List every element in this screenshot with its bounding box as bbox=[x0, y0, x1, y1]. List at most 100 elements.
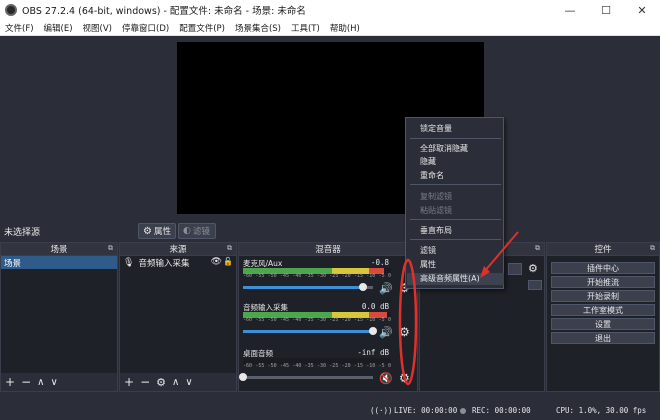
meter-tick-label: -60 bbox=[243, 273, 253, 279]
undock-icon[interactable]: ⧉ bbox=[650, 244, 655, 253]
meter-tick-label: -60 bbox=[243, 363, 253, 369]
properties-button[interactable]: ⚙ 属性 bbox=[138, 223, 176, 239]
transition-dropdown[interactable] bbox=[508, 263, 522, 275]
context-menu: 锁定音量 全部取消隐藏 隐藏 重命名 复制滤镜 粘贴滤镜 垂直布局 滤镜 属性 … bbox=[405, 117, 504, 289]
menu-profile[interactable]: 配置文件(P) bbox=[174, 22, 230, 34]
window-title: OBS 27.2.4 (64-bit, windows) - 配置文件: 未命名… bbox=[22, 6, 306, 17]
start-streaming-button[interactable]: 开始推流 bbox=[551, 276, 655, 288]
cpu-status: CPU: 1.0%, 30.00 fps bbox=[556, 406, 647, 415]
ctx-lock-volume[interactable]: 锁定音量 bbox=[420, 123, 452, 134]
ctx-separator bbox=[410, 219, 501, 220]
gear-icon[interactable]: ⚙ bbox=[399, 325, 410, 339]
volume-knob[interactable] bbox=[239, 373, 247, 381]
move-up-icon[interactable]: ∧ bbox=[172, 377, 179, 388]
meter-tick-label: -10 bbox=[366, 363, 376, 369]
meter-tick-label: -50 bbox=[267, 273, 277, 279]
microphone-icon: 🎙 bbox=[123, 258, 135, 268]
lock-icon[interactable]: 🔓 bbox=[223, 257, 233, 266]
add-icon[interactable]: + bbox=[5, 375, 15, 389]
menu-tools[interactable]: 工具(T) bbox=[286, 22, 325, 34]
studio-mode-button[interactable]: 工作室模式 bbox=[551, 304, 655, 316]
undock-icon[interactable]: ⧉ bbox=[108, 244, 113, 253]
ctx-separator bbox=[410, 239, 501, 240]
mixer-channel: 桌面音频 -inf dB -60 -55 -50 -45 -40 -35 -30 -25 -20 -1… bbox=[239, 348, 410, 392]
filter-icon: ◐ bbox=[183, 226, 191, 236]
meter-tick-label: -5 bbox=[378, 317, 385, 323]
gear-icon[interactable]: ⚙ bbox=[528, 262, 538, 275]
meter-tick-label: -20 bbox=[341, 273, 351, 279]
title-bar: OBS 27.2.4 (64-bit, windows) - 配置文件: 未命名… bbox=[0, 0, 660, 20]
volume-slider[interactable] bbox=[239, 373, 373, 381]
maximize-button[interactable]: ☐ bbox=[588, 0, 624, 20]
add-icon[interactable]: + bbox=[124, 375, 134, 389]
channel-db: -inf dB bbox=[357, 348, 389, 357]
duration-spinner[interactable] bbox=[528, 280, 542, 290]
remove-icon[interactable]: − bbox=[140, 375, 150, 389]
move-down-icon[interactable]: ∨ bbox=[185, 377, 192, 388]
meter-tick-label: -35 bbox=[304, 363, 314, 369]
meter-tick-label: -50 bbox=[267, 317, 277, 323]
speaker-icon[interactable]: 🔊 bbox=[379, 326, 393, 339]
minimize-button[interactable]: — bbox=[552, 0, 588, 20]
speaker-icon[interactable]: 🔊 bbox=[379, 282, 393, 295]
menu-edit[interactable]: 编辑(E) bbox=[39, 22, 78, 34]
volume-knob[interactable] bbox=[369, 327, 377, 335]
meter-tick-label: 0 bbox=[387, 273, 391, 279]
sources-header: 来源 ⧉ bbox=[120, 243, 236, 256]
ctx-copy-filters: 复制滤镜 bbox=[420, 192, 452, 201]
meter-tick-label: -45 bbox=[279, 273, 290, 279]
status-bar: ((·)) LIVE: 00:00:00 REC: 00:00:00 CPU: … bbox=[0, 402, 660, 420]
undock-icon[interactable]: ⧉ bbox=[535, 244, 540, 253]
ctx-hide[interactable]: 隐藏 bbox=[420, 156, 436, 167]
meter-tick-label: -55 bbox=[255, 363, 265, 369]
gear-icon[interactable]: ⚙ bbox=[399, 371, 410, 385]
meter-tick-label: -25 bbox=[329, 317, 339, 323]
close-button[interactable]: ✕ bbox=[624, 0, 660, 20]
speaker-icon[interactable]: 🔇 bbox=[379, 372, 393, 385]
meter-tick-label: -55 bbox=[255, 317, 265, 323]
meter-tick-label: -25 bbox=[329, 273, 339, 279]
meter-tick-label: -30 bbox=[316, 273, 326, 279]
filters-button[interactable]: ◐ 滤镜 bbox=[178, 223, 216, 239]
scene-item[interactable]: 场景 bbox=[1, 256, 117, 269]
ctx-advanced-audio-properties[interactable]: 高级音频属性(A) bbox=[407, 273, 504, 285]
ctx-rename[interactable]: 重命名 bbox=[420, 170, 444, 181]
undock-icon[interactable]: ⧉ bbox=[227, 244, 232, 253]
rec-status: REC: 00:00:00 bbox=[472, 406, 531, 415]
eye-icon[interactable]: 👁 bbox=[211, 257, 222, 267]
menu-docks[interactable]: 停靠窗口(D) bbox=[117, 22, 174, 34]
meter-tick-label: -5 bbox=[378, 363, 385, 369]
live-icon: ((·)) bbox=[370, 406, 393, 415]
volume-slider[interactable] bbox=[243, 283, 373, 291]
meter-tick-label: -55 bbox=[255, 273, 265, 279]
meter-tick-label: -15 bbox=[353, 363, 363, 369]
exit-button[interactable]: 退出 bbox=[551, 332, 655, 344]
remove-icon[interactable]: − bbox=[21, 375, 31, 389]
menu-view[interactable]: 视图(V) bbox=[78, 22, 117, 34]
obs-logo-icon bbox=[5, 4, 17, 16]
volume-slider[interactable] bbox=[243, 327, 377, 335]
move-down-icon[interactable]: ∨ bbox=[50, 377, 57, 388]
meter-ticks: -60 -55 -50 -45 -40 -35 -30 -25 -20 -15 -10 -5 0 bbox=[243, 317, 391, 323]
move-up-icon[interactable]: ∧ bbox=[37, 377, 44, 388]
menu-scene-collection[interactable]: 场景集合(S) bbox=[230, 22, 286, 34]
source-item[interactable]: 🎙 音频输入采集 👁 🔓 bbox=[120, 256, 236, 270]
menu-help[interactable]: 帮助(H) bbox=[325, 22, 365, 34]
volume-knob[interactable] bbox=[358, 283, 367, 291]
meter-tick-label: -25 bbox=[329, 363, 339, 369]
ctx-vertical-layout[interactable]: 垂直布局 bbox=[420, 225, 452, 236]
meter-tick-label: -10 bbox=[366, 273, 376, 279]
ctx-properties[interactable]: 属性 bbox=[420, 259, 436, 270]
source-toolbar: 未选择源 bbox=[0, 222, 660, 240]
gear-icon[interactable]: ⚙ bbox=[156, 376, 166, 389]
ctx-unhide-all[interactable]: 全部取消隐藏 bbox=[420, 143, 468, 154]
meter-tick-label: -20 bbox=[341, 363, 351, 369]
start-recording-button[interactable]: 开始录制 bbox=[551, 290, 655, 302]
ctx-filters[interactable]: 滤镜 bbox=[420, 245, 436, 256]
scenes-dock: 场景 ⧉ 场景 + − ∧ ∨ bbox=[0, 242, 118, 392]
meter-tick-label: 0 bbox=[387, 317, 391, 323]
settings-button[interactable]: 设置 bbox=[551, 318, 655, 330]
menu-file[interactable]: 文件(F) bbox=[0, 22, 39, 34]
plugin-center-button[interactable]: 插件中心 bbox=[551, 262, 655, 274]
mixer-channel: 麦克风/Aux -0.8 -60 -55 -50 -45 -40 -35 -30 -25 -20 -1… bbox=[239, 258, 410, 302]
